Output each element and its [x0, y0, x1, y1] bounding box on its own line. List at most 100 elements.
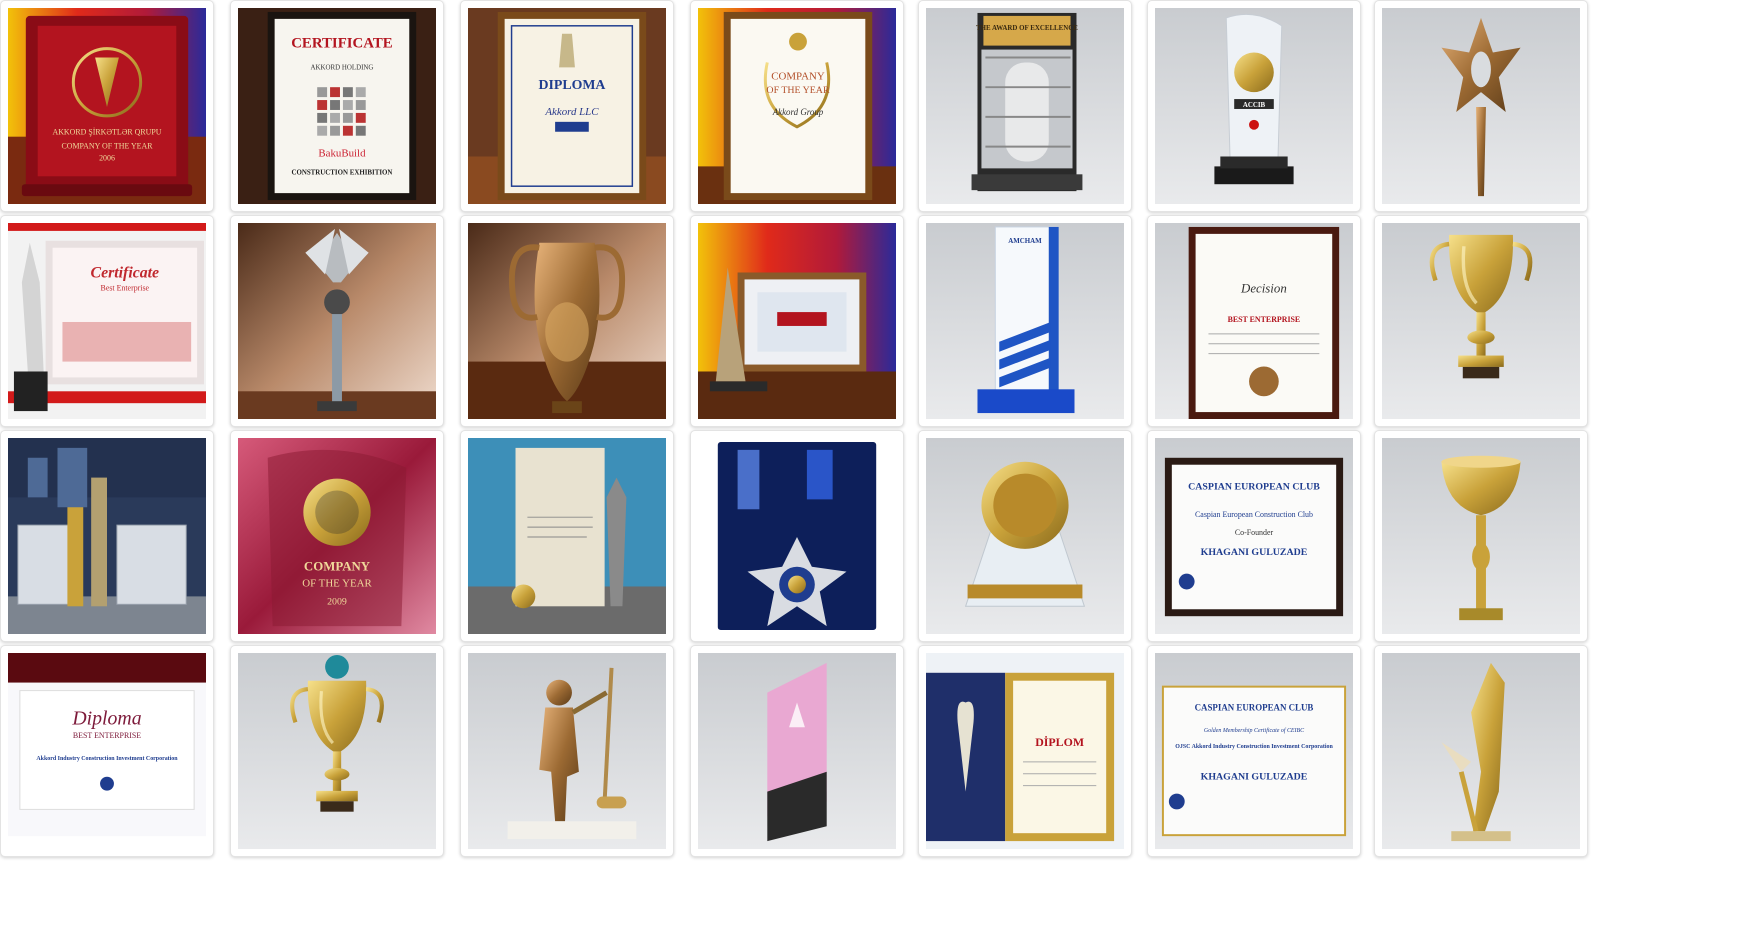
gallery-thumbnail-diploma-frame[interactable]: DIPLOMA Akkord LLC	[460, 0, 674, 212]
svg-text:OF THE YEAR: OF THE YEAR	[302, 577, 372, 589]
award-photo: THE AWARD OF EXCELLENCE	[926, 8, 1124, 204]
svg-text:KHAGANI GULUZADE: KHAGANI GULUZADE	[1201, 547, 1308, 558]
svg-text:ACCIB: ACCIB	[1243, 102, 1266, 109]
gallery-thumbnail-pink-glass-award[interactable]	[690, 645, 904, 857]
thumbnail-image: DIPLOMA Akkord LLC	[468, 8, 666, 204]
award-photo: Decision BEST ENTERPRISE	[1155, 223, 1353, 419]
gallery-thumbnail-bronze-vase[interactable]	[460, 215, 674, 427]
svg-text:AMCHAM: AMCHAM	[1008, 238, 1042, 245]
thumbnail-image: Decision BEST ENTERPRISE	[1155, 223, 1353, 419]
svg-text:BakuBuild: BakuBuild	[318, 147, 366, 159]
thumbnail-image: DİPLOM	[926, 653, 1124, 849]
gallery-thumbnail-award-display[interactable]	[0, 430, 214, 642]
svg-text:CONSTRUCTION EXHIBITION: CONSTRUCTION EXHIBITION	[291, 169, 392, 176]
svg-text:Akkord Group: Akkord Group	[772, 107, 824, 117]
gallery-thumbnail-ccec-membership[interactable]: CASPIAN EUROPEAN CLUB Golden Membership C…	[1147, 645, 1361, 857]
svg-text:COMPANY: COMPANY	[771, 70, 825, 82]
svg-text:2009: 2009	[327, 596, 347, 607]
thumbnail-image: ACCIB	[1155, 8, 1353, 204]
award-photo	[1382, 223, 1580, 419]
svg-text:Decision: Decision	[1240, 281, 1287, 295]
gallery-thumbnail-plaque-statue[interactable]	[460, 430, 674, 642]
thumbnail-image	[8, 438, 206, 634]
gallery-thumbnail-blue-glass-award[interactable]: AMCHAM	[918, 215, 1132, 427]
svg-text:BEST ENTERPRISE: BEST ENTERPRISE	[73, 731, 141, 740]
svg-text:Co-Founder: Co-Founder	[1235, 528, 1274, 537]
gallery-thumbnail-diploma-best[interactable]: Diploma BEST ENTERPRISE Akkord Industry Co…	[0, 645, 214, 857]
award-photo	[8, 438, 206, 634]
award-photo: DİPLOM	[926, 653, 1124, 849]
svg-text:CASPIAN EUROPEAN CLUB: CASPIAN EUROPEAN CLUB	[1195, 702, 1314, 712]
award-photo: AMCHAM	[926, 223, 1124, 419]
gallery-thumbnail-pink-satin-award[interactable]: COMPANY OF THE YEAR 2009	[230, 430, 444, 642]
svg-text:KHAGANI GULUZADE: KHAGANI GULUZADE	[1201, 772, 1308, 783]
thumbnail-image: Certificate Best Enterprise	[8, 223, 206, 419]
award-photo	[1382, 653, 1580, 849]
svg-text:Certificate: Certificate	[91, 264, 160, 281]
svg-text:CERTIFICATE: CERTIFICATE	[291, 36, 393, 52]
svg-text:DİPLOM: DİPLOM	[1035, 735, 1084, 749]
gallery-thumbnail-bronze-star-trophy[interactable]	[1374, 0, 1588, 212]
gallery-thumbnail-green-gold-cup[interactable]	[230, 645, 444, 857]
thumbnail-image	[1382, 653, 1580, 849]
svg-text:THE AWARD OF EXCELLENCE: THE AWARD OF EXCELLENCE	[976, 25, 1078, 32]
award-photo	[468, 653, 666, 849]
award-photo	[698, 438, 896, 634]
thumbnail-image	[238, 653, 436, 849]
award-photo: COMPANY OF THE YEAR 2009	[238, 438, 436, 634]
gallery-thumbnail-certificate-trophy[interactable]: Certificate Best Enterprise	[0, 215, 214, 427]
award-photo: AKKORD ŞİRKƏTLƏR QRUPU COMPANY OF THE YEA…	[8, 8, 206, 204]
thumbnail-image: AKKORD ŞİRKƏTLƏR QRUPU COMPANY OF THE YEA…	[8, 8, 206, 204]
gallery-thumbnail-gold-sculpture[interactable]	[1374, 645, 1588, 857]
svg-text:COMPANY OF THE YEAR: COMPANY OF THE YEAR	[61, 142, 153, 151]
gallery-thumbnail-certificate-frame[interactable]: CERTIFICATE AKKORD HOLDING BakuBuild CONSTR…	[230, 0, 444, 212]
gallery-thumbnail-decision-frame[interactable]: Decision BEST ENTERPRISE	[1147, 215, 1361, 427]
svg-text:Caspian European Construction: Caspian European Construction Club	[1195, 510, 1313, 519]
thumbnail-image	[468, 438, 666, 634]
svg-text:OJSC Akkord Industry Construct: OJSC Akkord Industry Construction Invest…	[1175, 744, 1333, 750]
svg-text:AKKORD HOLDING: AKKORD HOLDING	[311, 64, 374, 71]
svg-text:Golden Membership Certificate: Golden Membership Certificate of CEIBC	[1204, 727, 1305, 734]
thumbnail-image	[1382, 8, 1580, 204]
thumbnail-image	[468, 223, 666, 419]
gallery-thumbnail-red-award-box[interactable]: AKKORD ŞİRKƏTLƏR QRUPU COMPANY OF THE YEA…	[0, 0, 214, 212]
svg-text:Akkord Industry Construction I: Akkord Industry Construction Investment …	[36, 756, 178, 762]
award-photo: CASPIAN EUROPEAN CLUB Caspian European Co…	[1155, 438, 1353, 634]
award-photo	[1382, 8, 1580, 204]
award-photo	[926, 438, 1124, 634]
award-photo	[1382, 438, 1580, 634]
thumbnail-image	[926, 438, 1124, 634]
svg-text:BEST ENTERPRISE: BEST ENTERPRISE	[1228, 315, 1301, 324]
thumbnail-image: CASPIAN EUROPEAN CLUB Golden Membership C…	[1155, 653, 1353, 849]
thumbnail-image	[698, 438, 896, 634]
thumbnail-image: COMPANY OF THE YEAR Akkord Group	[698, 8, 896, 204]
award-photo	[698, 653, 896, 849]
thumbnail-image: Diploma BEST ENTERPRISE Akkord Industry Co…	[8, 653, 206, 849]
gallery-thumbnail-company-year-frame[interactable]: COMPANY OF THE YEAR Akkord Group	[690, 0, 904, 212]
svg-text:2006: 2006	[99, 153, 115, 162]
gallery-thumbnail-crystal-award[interactable]: ACCIB	[1147, 0, 1361, 212]
svg-text:CASPIAN EUROPEAN CLUB: CASPIAN EUROPEAN CLUB	[1188, 481, 1320, 492]
gallery-thumbnail-framed-diploma-trophy[interactable]	[690, 215, 904, 427]
svg-text:OF THE YEAR: OF THE YEAR	[766, 85, 830, 96]
award-photo: DIPLOMA Akkord LLC	[468, 8, 666, 204]
gallery-thumbnail-chrome-trophy[interactable]: THE AWARD OF EXCELLENCE	[918, 0, 1132, 212]
gallery-thumbnail-ccec-frame[interactable]: CASPIAN EUROPEAN CLUB Caspian European Co…	[1147, 430, 1361, 642]
gallery-thumbnail-gold-goblet[interactable]	[1374, 430, 1588, 642]
gallery-thumbnail-bronze-worker[interactable]	[460, 645, 674, 857]
gallery-thumbnail-blue-medal-box[interactable]	[690, 430, 904, 642]
thumbnail-image	[698, 223, 896, 419]
thumbnail-image: THE AWARD OF EXCELLENCE	[926, 8, 1124, 204]
award-photo	[468, 438, 666, 634]
gallery-thumbnail-gold-medal-stand[interactable]	[918, 430, 1132, 642]
gallery-thumbnail-gold-cup[interactable]	[1374, 215, 1588, 427]
gallery-thumbnail-winged-trophy[interactable]	[230, 215, 444, 427]
thumbnail-image: AMCHAM	[926, 223, 1124, 419]
award-photo: Certificate Best Enterprise	[8, 223, 206, 419]
thumbnail-image	[468, 653, 666, 849]
gallery-thumbnail-diplom-case[interactable]: DİPLOM	[918, 645, 1132, 857]
award-photo: Diploma BEST ENTERPRISE Akkord Industry Co…	[8, 653, 206, 849]
award-photo: CASPIAN EUROPEAN CLUB Golden Membership C…	[1155, 653, 1353, 849]
award-gallery: AKKORD ŞİRKƏTLƏR QRUPU COMPANY OF THE YEA…	[0, 0, 1750, 937]
award-photo: ACCIB	[1155, 8, 1353, 204]
